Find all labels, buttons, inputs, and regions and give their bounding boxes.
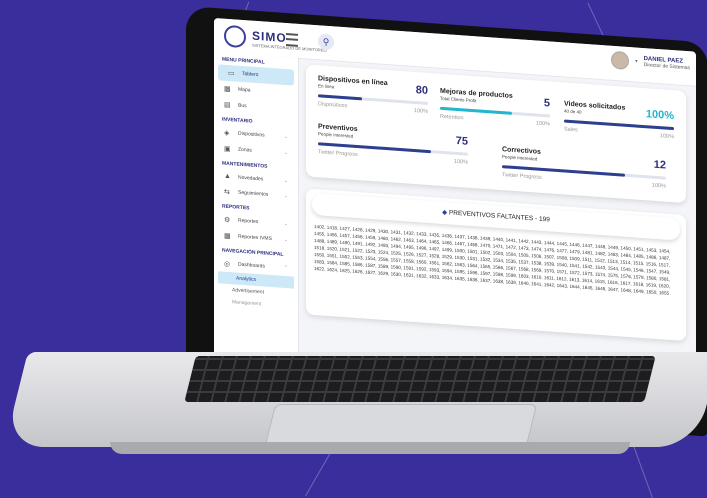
progress-percent: 100% (659, 133, 674, 141)
bus-icon: ▤ (224, 101, 231, 110)
search-icon[interactable]: ⚲ (318, 33, 334, 51)
chevron-down-icon: ⌄ (283, 133, 288, 141)
progress-percent: 100% (413, 107, 428, 115)
stat-correctivos: Correctivos People Interested 12 Twitter… (502, 146, 666, 190)
hamburger-menu-icon[interactable] (286, 33, 298, 47)
chart-icon: ▩ (224, 232, 231, 241)
sidebar: MENU PRINCIPAL ▭ Tablero ▩ Mapa ▤ Bus INVEN… (214, 52, 299, 384)
sidebar-item-label: Zonas (238, 146, 252, 154)
sidebar-item-label: Seguimientos (238, 189, 269, 198)
pending-card: ◆ PREVENTIVOS FALTANTES - 199 1402, 1418… (306, 188, 686, 342)
laptop-front-edge (110, 442, 630, 454)
progress-percent: 100% (651, 182, 666, 190)
sidebar-item-label: Novedades (238, 174, 264, 182)
stat-value: 75 (455, 134, 468, 148)
stat-preventivos: Preventivos People Interested 75 Twitter… (318, 123, 468, 166)
chevron-up-icon: ⌃ (283, 264, 288, 272)
progress-label: Twitter Progress (502, 172, 542, 181)
progress-label: Dispositivos (318, 101, 348, 110)
stat-mejoras: Mejoras de productos Total Clients Profi… (440, 88, 550, 128)
sidebar-item-label: Tablero (242, 70, 259, 79)
progress-fill (318, 94, 362, 101)
progress-percent: 100% (535, 120, 550, 128)
progress-percent: 100% (453, 158, 468, 166)
stats-card: Dispositivos en línea En linea 80 Dispos… (306, 64, 686, 204)
gear-icon: ⚙ (224, 216, 231, 225)
monitor-icon: ▭ (228, 69, 235, 78)
avatar (611, 50, 630, 71)
bar-chart-icon: ▩ (224, 85, 231, 94)
logo[interactable]: SIMO SISTEMA INTEGRADO DE MONITOREO (224, 24, 327, 54)
tag-icon: ◆ (442, 208, 448, 217)
sidebar-item-label: Dashboards (238, 261, 265, 270)
keyboard (184, 356, 656, 402)
sidebar-item-label: Reportes (238, 217, 259, 226)
sync-icon: ⇆ (224, 188, 230, 197)
stat-videos: Videos solicitados 40 de 40 100% Sales 10… (564, 100, 674, 140)
trackpad (264, 404, 538, 446)
chevron-down-icon: ⌄ (283, 149, 288, 157)
progress-label: Sales (564, 126, 578, 134)
stat-value: 12 (653, 158, 666, 172)
progress-label: Twitter Progress (318, 149, 358, 159)
chevron-down-icon: ▾ (635, 58, 638, 65)
pending-title: PREVENTIVOS FALTANTES - 199 (448, 209, 550, 224)
bell-icon: ▲ (224, 172, 231, 181)
chevron-down-icon: ⌄ (283, 192, 288, 200)
stat-value: 100% (645, 108, 674, 123)
devices-icon: ◈ (224, 129, 230, 138)
sidebar-item-label: Mapa (238, 86, 251, 94)
sidebar-item-label: Dispositivos (238, 130, 265, 139)
chevron-down-icon: ⌄ (283, 220, 288, 228)
stat-value: 5 (543, 97, 550, 110)
progress-label: Retention (440, 113, 464, 122)
building-icon: ▣ (224, 145, 231, 154)
user-menu[interactable]: ▾ DANIEL PAEZ Director de Sistemas (611, 50, 690, 75)
dashboard-icon: ◎ (224, 260, 231, 269)
sidebar-item-label: Reportes IVMS (238, 233, 272, 243)
chevron-down-icon: ⌄ (283, 177, 288, 184)
logo-icon (224, 24, 246, 49)
main-content: Dispositivos en línea En linea 80 Dispos… (306, 64, 690, 342)
stat-dispositivos: Dispositivos en línea En linea 80 Dispos… (318, 75, 428, 115)
sidebar-item-label: Bus (238, 102, 247, 110)
stat-value: 80 (415, 84, 428, 97)
chevron-down-icon: ⌄ (283, 236, 288, 244)
